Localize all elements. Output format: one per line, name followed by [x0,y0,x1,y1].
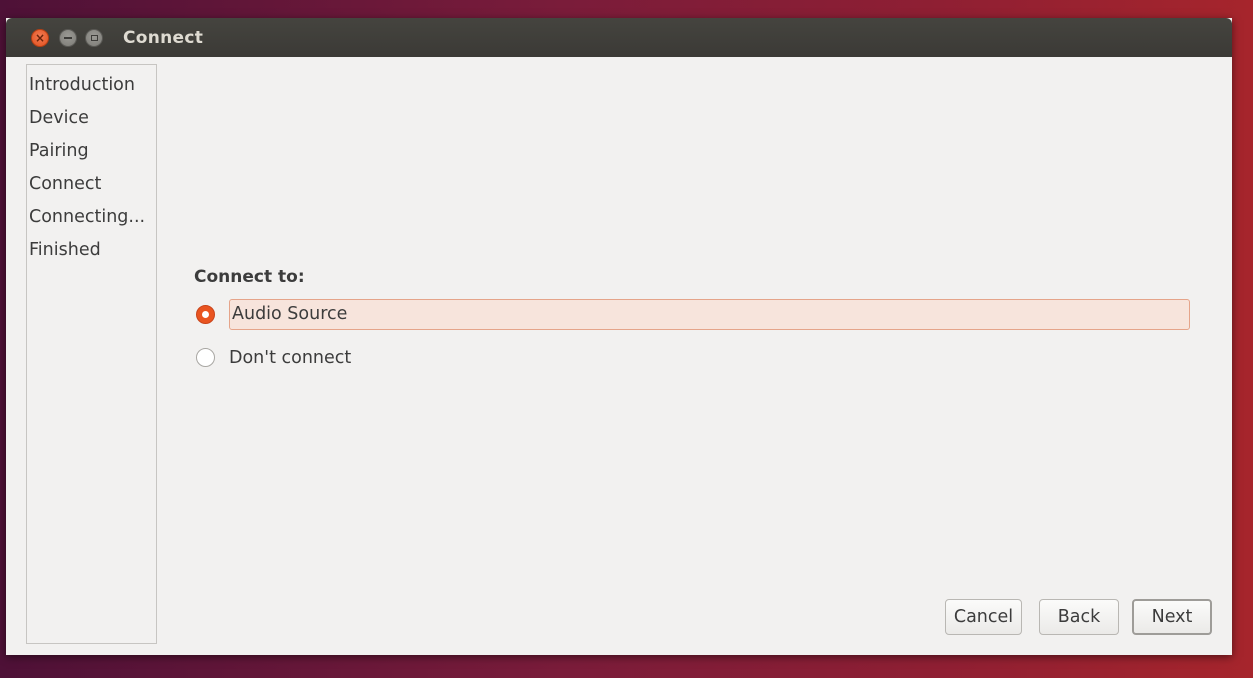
sidebar-item-finished: Finished [29,240,101,260]
sidebar-item-device: Device [29,108,89,128]
window-title: Connect [123,28,204,48]
close-icon[interactable]: × [31,29,49,47]
steps-sidebar: Introduction Device Pairing Connect Conn… [26,64,157,644]
next-button[interactable]: Next [1132,599,1212,635]
connect-to-heading: Connect to: [194,267,305,287]
close-glyph: × [34,31,46,45]
option-dont-connect-label[interactable]: Don't connect [229,348,351,368]
radio-checked-icon[interactable] [196,305,215,324]
sidebar-item-connect: Connect [29,174,102,194]
option-audio-source-label[interactable]: Audio Source [229,299,1190,330]
sidebar-item-pairing: Pairing [29,141,89,161]
option-dont-connect[interactable]: Don't connect [196,342,351,373]
cancel-button[interactable]: Cancel [945,599,1022,635]
sidebar-item-introduction: Introduction [29,75,135,95]
maximize-glyph [90,35,98,41]
title-bar[interactable]: × Connect [6,18,1232,57]
sidebar-item-connecting: Connecting... [29,207,146,227]
radio-unchecked-icon[interactable] [196,348,215,367]
minimize-icon[interactable] [59,29,77,47]
maximize-icon[interactable] [85,29,103,47]
option-audio-source[interactable]: Audio Source [196,299,1196,330]
back-button[interactable]: Back [1039,599,1119,635]
minimize-glyph [64,37,72,39]
assistant-window: × Connect Introduction Device Pairing Co… [6,18,1232,655]
